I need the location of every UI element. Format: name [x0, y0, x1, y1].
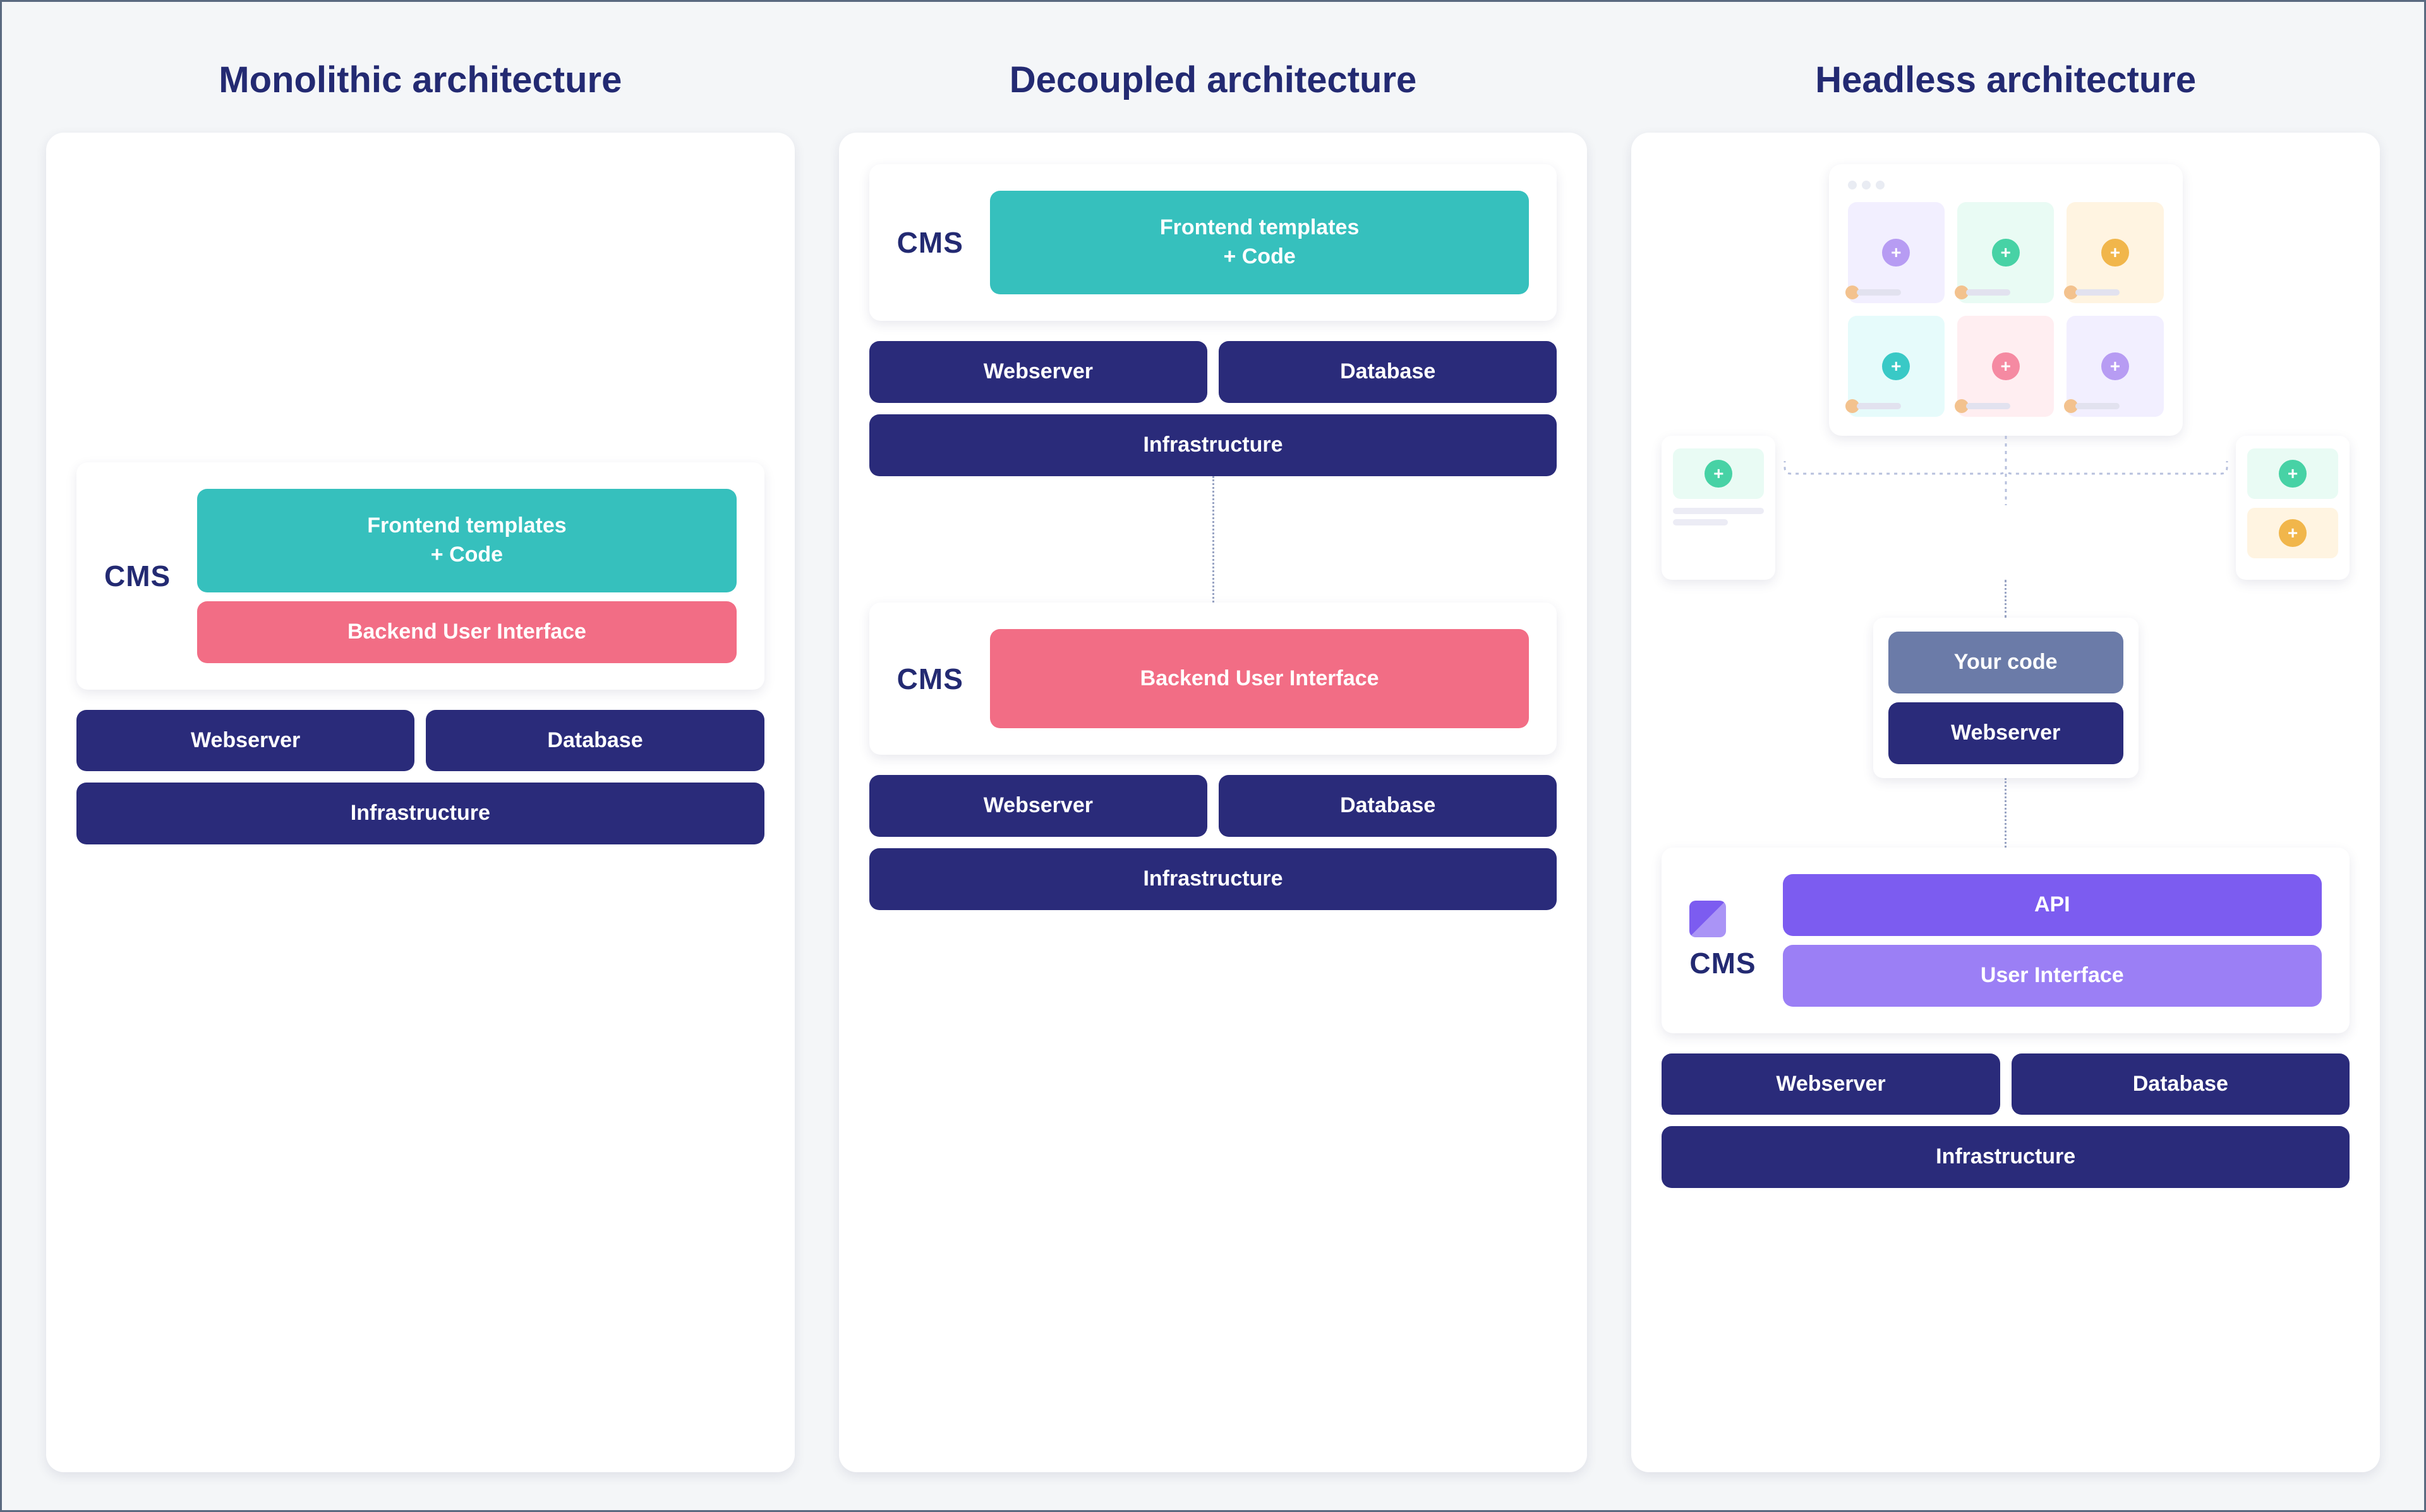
ui-mock-card: + — [2067, 202, 2163, 303]
tile-webserver: Webserver — [869, 341, 1207, 403]
ui-mock-card: + — [2067, 316, 2163, 417]
cms-card-decoupled-top: CMS Frontend templates + Code — [869, 164, 1557, 321]
panel-monolithic: CMS Frontend templates + Code Backend Us… — [46, 133, 795, 1472]
ui-mock-card: + — [1957, 316, 2054, 417]
tile-your-code: Your code — [1888, 632, 2123, 693]
tile-database: Database — [426, 710, 764, 772]
tile-webserver: Webserver — [1662, 1053, 2000, 1115]
ui-mock-grid: + + + + + + — [1848, 202, 2164, 417]
tile-infrastructure: Infrastructure — [869, 414, 1557, 476]
tile-user-interface: User Interface — [1783, 945, 2322, 1007]
tile-infrastructure: Infrastructure — [1662, 1126, 2350, 1188]
ui-mock-wrap: + + + + + + — [1662, 164, 2350, 580]
panel-headless: + + + + + + — [1631, 133, 2380, 1472]
panel-decoupled: CMS Frontend templates + Code Webserver … — [839, 133, 1588, 1472]
tile-frontend-templates: Frontend templates + Code — [990, 191, 1529, 294]
window-controls-icon — [1848, 181, 2164, 189]
infra-group-decoupled-bottom: Webserver Database Infrastructure — [869, 775, 1557, 910]
cms-label: CMS — [897, 662, 963, 696]
satellite-cards: + + + — [1662, 436, 2350, 580]
tile-infrastructure: Infrastructure — [869, 848, 1557, 910]
ui-mock-card: + — [1957, 202, 2054, 303]
strapi-logo-icon — [1689, 901, 1726, 937]
connector-vertical — [1212, 476, 1214, 603]
satellite-card-left: + — [1662, 436, 1775, 580]
connector-vertical — [2005, 778, 2007, 848]
column-headless: Headless architecture + + + + + + — [1631, 40, 2380, 1472]
tile-webserver: Webserver — [1888, 702, 2123, 764]
tile-backend-ui: Backend User Interface — [197, 601, 736, 663]
your-code-stack: Your code Webserver — [1873, 618, 2139, 778]
tile-api: API — [1783, 874, 2322, 936]
cms-card-monolithic: CMS Frontend templates + Code Backend Us… — [76, 462, 764, 690]
tile-backend-ui: Backend User Interface — [990, 629, 1529, 729]
tile-infrastructure: Infrastructure — [76, 783, 764, 844]
tile-webserver: Webserver — [76, 710, 414, 772]
cms-label: CMS — [1689, 946, 1756, 980]
satellite-card-right: + + — [2236, 436, 2350, 580]
column-monolithic: Monolithic architecture CMS Frontend tem… — [46, 40, 795, 1472]
infra-group-decoupled-top: Webserver Database Infrastructure — [869, 341, 1557, 476]
infra-group-monolithic: Webserver Database Infrastructure — [76, 710, 764, 845]
ui-mock-card: + — [1848, 316, 1945, 417]
column-decoupled: Decoupled architecture CMS Frontend temp… — [839, 40, 1588, 1472]
tile-database: Database — [1219, 341, 1557, 403]
ui-mock-window: + + + + + + — [1829, 164, 2183, 436]
tile-database: Database — [2012, 1053, 2350, 1115]
cms-card-headless: CMS API User Interface — [1662, 848, 2350, 1033]
tile-webserver: Webserver — [869, 775, 1207, 837]
column-title-headless: Headless architecture — [1631, 59, 2380, 101]
tile-database: Database — [1219, 775, 1557, 837]
cms-label: CMS — [104, 559, 171, 593]
connector-vertical — [2005, 580, 2007, 618]
column-title-decoupled: Decoupled architecture — [839, 59, 1588, 101]
cms-label: CMS — [897, 225, 963, 260]
column-title-monolithic: Monolithic architecture — [46, 59, 795, 101]
architecture-comparison: Monolithic architecture CMS Frontend tem… — [46, 40, 2380, 1472]
cms-card-decoupled-bottom: CMS Backend User Interface — [869, 603, 1557, 755]
tile-frontend-templates: Frontend templates + Code — [197, 489, 736, 592]
infra-group-headless: Webserver Database Infrastructure — [1662, 1053, 2350, 1189]
ui-mock-card: + — [1848, 202, 1945, 303]
